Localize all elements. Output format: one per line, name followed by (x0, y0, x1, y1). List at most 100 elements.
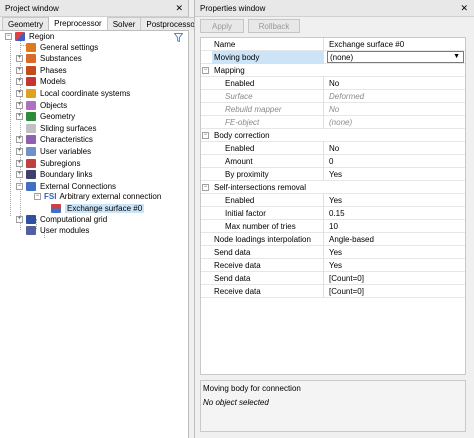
prop-value[interactable]: Angle-based (327, 233, 465, 246)
tab-solver[interactable]: Solver (106, 17, 142, 30)
prop-node-interpolation[interactable]: Node loadings interpolation Angle-based (201, 232, 465, 246)
expand-icon[interactable]: + (16, 136, 23, 144)
tree-item-user-modules[interactable]: +User modules (16, 226, 89, 236)
tree-item-general-settings[interactable]: General settings (16, 42, 98, 52)
collapse-icon[interactable]: − (202, 132, 209, 139)
prop-value[interactable]: 0 (327, 155, 465, 168)
prop-name[interactable]: Name Exchange surface #0 (201, 37, 465, 51)
apply-button[interactable]: Apply (200, 19, 244, 33)
collapse-icon[interactable]: − (202, 67, 209, 74)
prop-send-data-list[interactable]: Send data [Count=0] (201, 271, 465, 285)
prop-value[interactable]: No (327, 77, 465, 90)
tree-item-label: Substances (40, 54, 82, 64)
tree-item-boundary-links[interactable]: + Boundary links (16, 170, 92, 180)
prop-amount[interactable]: Amount 0 (201, 154, 465, 168)
prop-moving-body[interactable]: Moving body (none) ▼ (201, 50, 465, 64)
prop-value[interactable]: [Count=0] (327, 285, 465, 298)
select-value: (none) (330, 52, 354, 62)
tree-item-label: Boundary links (40, 170, 93, 180)
objects-icon (26, 100, 36, 110)
collapse-icon[interactable]: − (5, 32, 12, 40)
tree-item-label: User modules (40, 226, 90, 236)
prop-label: FE-object (212, 115, 324, 129)
properties-window: Properties window ✕ Apply Rollback Name … (194, 0, 474, 438)
prop-mapping-enabled[interactable]: Enabled No (201, 76, 465, 90)
expand-icon[interactable]: + (16, 147, 23, 155)
expand-icon[interactable]: + (16, 89, 23, 97)
close-icon[interactable]: ✕ (460, 3, 468, 14)
characteristics-icon (26, 135, 36, 145)
prop-value[interactable]: Yes (327, 168, 465, 181)
tree-item-characteristics[interactable]: + Characteristics (16, 135, 93, 145)
prop-receive-data-list[interactable]: Receive data [Count=0] (201, 284, 465, 298)
tree-item-label: Characteristics (40, 135, 93, 145)
tree-item-models[interactable]: + Models (16, 77, 66, 87)
prop-value[interactable]: No (327, 142, 465, 155)
tab-geometry[interactable]: Geometry (2, 17, 50, 30)
tab-solver-label: Solver (112, 19, 136, 29)
prop-value[interactable]: 10 (327, 220, 465, 233)
expand-icon[interactable]: + (16, 101, 23, 109)
tree-item-geometry[interactable]: + Geometry (16, 112, 75, 122)
prop-value[interactable]: Yes (327, 259, 465, 272)
tree-item-region[interactable]: − Region (5, 31, 54, 41)
prop-label: Amount (212, 154, 324, 168)
geometry-icon (26, 112, 36, 122)
expand-icon[interactable]: + (16, 55, 23, 63)
tree-item-objects[interactable]: + Objects (16, 100, 67, 110)
expand-icon[interactable]: + (16, 113, 23, 121)
prop-value[interactable]: Exchange surface #0 (327, 38, 465, 51)
filter-icon[interactable] (174, 33, 183, 42)
tree-item-phases[interactable]: + Phases (16, 65, 67, 75)
tree-item-label: Local coordinate systems (40, 88, 131, 98)
help-title: Moving body for connection (203, 384, 301, 393)
prop-value[interactable]: [Count=0] (327, 272, 465, 285)
tree-item-exchange-surface[interactable]: Exchange surface #0 (51, 203, 145, 213)
prop-value[interactable]: Yes (327, 246, 465, 259)
prop-by-proximity[interactable]: By proximity Yes (201, 167, 465, 181)
dropdown-arrow-icon[interactable]: ▼ (453, 53, 460, 60)
tree-item-label: Arbitrary external connection (59, 191, 162, 201)
tree-item-local-coordinate-systems[interactable]: + Local coordinate systems (16, 88, 130, 98)
expand-icon[interactable]: + (16, 66, 23, 74)
prop-receive-data[interactable]: Receive data Yes (201, 258, 465, 272)
prop-body-enabled[interactable]: Enabled No (201, 141, 465, 155)
expand-icon[interactable]: + (16, 159, 23, 167)
expand-icon[interactable]: + (16, 78, 23, 86)
expand-icon[interactable]: + (16, 171, 23, 179)
moving-body-select[interactable]: (none) ▼ (327, 51, 464, 63)
close-icon[interactable]: ✕ (175, 3, 183, 14)
tree-item-sliding-surfaces[interactable]: Sliding surfaces (16, 123, 96, 133)
collapse-icon[interactable]: − (16, 182, 23, 190)
tree-item-fsi[interactable]: − FSI Arbitrary external connection (34, 191, 161, 201)
category-label: Mapping (214, 65, 245, 75)
prop-label: Max number of tries (212, 219, 324, 233)
tree-item-external-connections[interactable]: − External Connections (16, 181, 116, 191)
tree-item-computational-grid[interactable]: + Computational grid (16, 214, 107, 224)
tree-item-label: General settings (40, 42, 99, 52)
prop-value[interactable]: 0.15 (327, 207, 465, 220)
tree-item-label: Objects (40, 100, 68, 110)
collapse-icon[interactable]: − (202, 184, 209, 191)
expand-icon[interactable]: + (16, 215, 23, 223)
project-tabs: Geometry Preprocessor Solver Postprocess… (0, 16, 204, 31)
prop-initial-factor[interactable]: Initial factor 0.15 (201, 206, 465, 220)
prop-label: Node loadings interpolation (212, 232, 324, 246)
user-variables-icon (26, 146, 36, 156)
category-body-correction[interactable]: − Body correction (201, 129, 465, 142)
collapse-icon[interactable]: − (34, 192, 41, 200)
prop-send-data[interactable]: Send data Yes (201, 245, 465, 259)
tab-preprocessor-label: Preprocessor (54, 19, 102, 28)
connections-icon (26, 181, 36, 191)
tree-item-user-variables[interactable]: + User variables (16, 146, 91, 156)
prop-value[interactable]: Yes (327, 194, 465, 207)
category-mapping[interactable]: − Mapping (201, 64, 465, 77)
prop-self-enabled[interactable]: Enabled Yes (201, 193, 465, 207)
rollback-button[interactable]: Rollback (248, 19, 300, 33)
tree-item-substances[interactable]: + Substances (16, 54, 82, 64)
tree-item-label: Subregions (40, 158, 81, 168)
tab-preprocessor[interactable]: Preprocessor (48, 16, 108, 30)
category-self-intersections[interactable]: − Self-intersections removal (201, 181, 465, 194)
prop-max-tries[interactable]: Max number of tries 10 (201, 219, 465, 233)
tree-item-subregions[interactable]: + Subregions (16, 158, 80, 168)
